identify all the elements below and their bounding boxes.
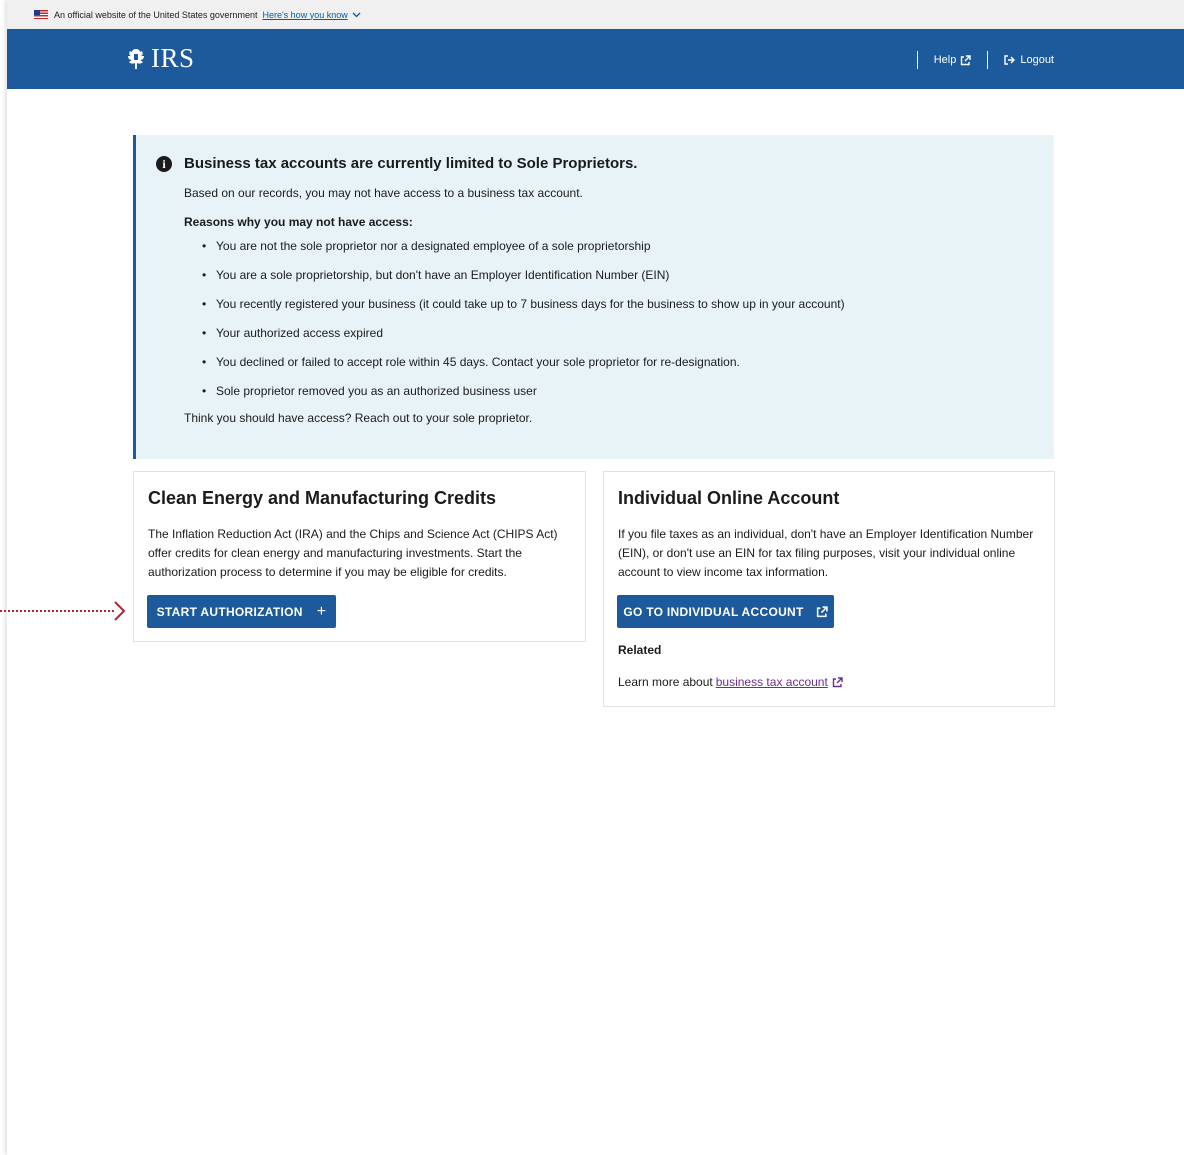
irs-logo[interactable]: IRS bbox=[123, 43, 195, 74]
go-to-individual-account-label: GO TO INDIVIDUAL ACCOUNT bbox=[623, 604, 804, 619]
alert-title: Business tax accounts are currently limi… bbox=[184, 155, 638, 172]
annotation-dotted-line bbox=[0, 610, 114, 612]
help-label: Help bbox=[933, 54, 957, 66]
gov-banner: An official website of the United States… bbox=[7, 0, 1184, 29]
plus-icon: + bbox=[316, 602, 327, 620]
irs-eagle-icon bbox=[128, 48, 144, 69]
business-tax-account-link[interactable]: business tax account bbox=[716, 675, 828, 689]
list-item: You are a sole proprietorship, but don't… bbox=[202, 268, 1054, 282]
list-item: You recently registered your business (i… bbox=[202, 297, 1054, 311]
annotation-arrow bbox=[114, 601, 126, 621]
individual-account-title: Individual Online Account bbox=[618, 488, 840, 508]
alert-footer: Think you should have access? Reach out … bbox=[184, 411, 533, 425]
list-item: You are not the sole proprietor nor a de… bbox=[202, 239, 1054, 253]
individual-account-description: If you file taxes as an individual, don'… bbox=[618, 527, 1034, 579]
info-icon: i bbox=[156, 156, 172, 172]
external-link-icon bbox=[816, 605, 828, 617]
logout-label: Logout bbox=[1020, 54, 1054, 66]
clean-energy-card: Clean Energy and Manufacturing Credits T… bbox=[133, 471, 586, 642]
list-item: You declined or failed to accept role wi… bbox=[202, 355, 1054, 369]
learn-more-line: Learn more about business tax account bbox=[618, 675, 843, 689]
logo-text: IRS bbox=[151, 43, 195, 73]
related-heading: Related bbox=[618, 643, 662, 657]
reasons-list: You are not the sole proprietor nor a de… bbox=[202, 239, 1054, 398]
heres-how-you-know-link[interactable]: Here's how you know bbox=[262, 10, 347, 20]
header-nav: Help Logout bbox=[901, 51, 1054, 69]
help-link[interactable]: Help bbox=[934, 54, 972, 66]
clean-energy-description: The Inflation Reduction Act (IRA) and th… bbox=[148, 527, 558, 579]
chevron-down-icon[interactable] bbox=[352, 10, 361, 20]
clean-energy-title: Clean Energy and Manufacturing Credits bbox=[148, 488, 497, 508]
individual-account-card: Individual Online Account If you file ta… bbox=[603, 471, 1055, 707]
logout-icon bbox=[1004, 55, 1016, 65]
list-item: Sole proprietor removed you as an author… bbox=[202, 384, 1054, 398]
external-link-icon bbox=[832, 676, 843, 687]
nav-divider bbox=[916, 51, 918, 69]
gov-banner-text: An official website of the United States… bbox=[54, 9, 258, 20]
site-header: IRS Help Logout bbox=[7, 29, 1184, 89]
external-link-icon bbox=[961, 54, 972, 65]
nav-divider bbox=[987, 51, 989, 69]
list-item: Your authorized access expired bbox=[202, 326, 1054, 340]
alert-body: Based on our records, you may not have a… bbox=[184, 186, 583, 200]
us-flag-icon bbox=[34, 10, 48, 19]
logout-link[interactable]: Logout bbox=[1004, 54, 1054, 66]
start-authorization-button[interactable]: START AUTHORIZATION + bbox=[147, 595, 336, 628]
go-to-individual-account-button[interactable]: GO TO INDIVIDUAL ACCOUNT bbox=[617, 595, 834, 628]
start-authorization-label: START AUTHORIZATION bbox=[156, 604, 303, 619]
alert-reasons-heading: Reasons why you may not have access: bbox=[184, 215, 413, 229]
learn-more-text: Learn more about bbox=[618, 675, 713, 689]
info-alert: i Business tax accounts are currently li… bbox=[133, 135, 1054, 459]
